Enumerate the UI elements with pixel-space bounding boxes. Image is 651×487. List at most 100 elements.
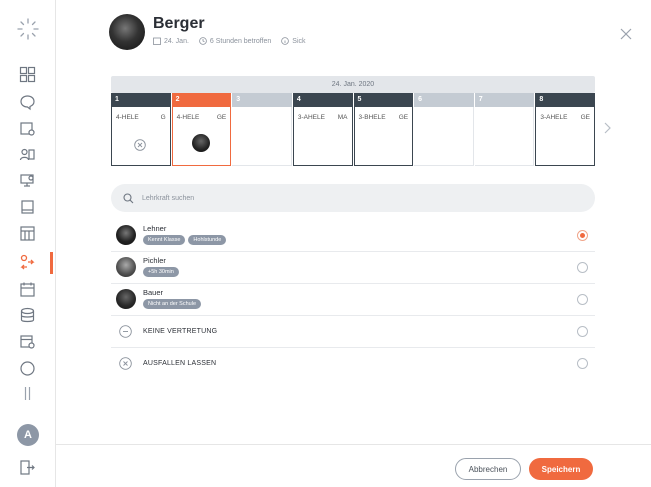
active-indicator	[50, 252, 53, 274]
teacher-name: Lehner	[143, 224, 167, 233]
option-cancel-lesson[interactable]: AUSFALLEN LASSEN	[111, 348, 595, 380]
class-name: 3-AHELE	[297, 114, 325, 121]
tag-badge: +5h 30min	[143, 267, 179, 277]
monitor-settings-icon[interactable]	[19, 172, 36, 189]
period-number: 2	[171, 93, 232, 107]
period-2[interactable]: 2 4-HELE GE	[170, 93, 232, 166]
period-4[interactable]: 4 3-AHELE MA	[291, 93, 353, 166]
hours-meta: 6 Stunden betroffen	[199, 37, 271, 45]
period-cell	[414, 107, 474, 166]
period-5[interactable]: 5 3-BHELE GE	[352, 93, 414, 166]
period-cell: 4-HELE GE	[171, 107, 232, 166]
period-cell	[232, 107, 292, 166]
subject-code: GE	[580, 114, 590, 121]
substitution-icon[interactable]	[19, 253, 36, 270]
teacher-avatar	[109, 14, 145, 50]
minus-circle-icon	[119, 325, 132, 338]
info-icon	[281, 37, 290, 45]
select-radio[interactable]	[577, 294, 588, 305]
logout-icon[interactable]	[19, 459, 36, 476]
x-circle-icon[interactable]	[134, 139, 146, 151]
option-label: KEINE VERTRETUNG	[143, 328, 218, 335]
period-6: 6	[413, 93, 474, 166]
tag-badge: Kennt Klasse	[143, 235, 186, 245]
subject-code: G	[160, 114, 166, 121]
chat-icon[interactable]	[19, 94, 36, 111]
period-cell: 3-AHELE GE	[535, 107, 595, 166]
period-label: 3-BHELE GE	[359, 114, 409, 121]
period-8[interactable]: 8 3-AHELE GE	[534, 93, 595, 166]
period-cell: 4-HELE G	[111, 107, 171, 166]
users-icon[interactable]	[19, 146, 36, 163]
timetable-date: 24. Jan. 2020	[111, 76, 595, 93]
calendar-gear-icon[interactable]	[19, 333, 36, 350]
search-icon	[123, 192, 134, 203]
footer-divider	[56, 444, 651, 445]
period-number: 8	[535, 93, 595, 107]
search-input[interactable]: Lehrkraft suchen	[142, 195, 194, 202]
save-button[interactable]: Speichern	[529, 458, 593, 480]
select-radio[interactable]	[577, 262, 588, 273]
teacher-row[interactable]: Bauer Nicht an der Schule	[111, 284, 595, 316]
period-number: 1	[111, 93, 171, 107]
period-7: 7	[473, 93, 535, 166]
teacher-avatar	[116, 289, 136, 309]
clock-icon	[199, 37, 207, 45]
period-label: 3-AHELE GE	[540, 114, 590, 121]
user-avatar[interactable]: A	[17, 424, 39, 446]
teacher-search[interactable]: Lehrkraft suchen	[111, 184, 595, 212]
class-name: 3-AHELE	[540, 114, 568, 121]
calendar-settings-icon[interactable]	[19, 120, 36, 137]
teacher-row[interactable]: Pichler +5h 30min	[111, 252, 595, 284]
teacher-avatar	[116, 225, 136, 245]
absence-reason: Sick	[292, 37, 306, 45]
absence-date: 24. Jan.	[164, 37, 189, 45]
pause-icon[interactable]	[19, 385, 36, 402]
teacher-name: Pichler	[143, 256, 166, 265]
period-cell: 3-AHELE MA	[292, 107, 353, 166]
period-number: 4	[292, 93, 353, 107]
teacher-name: Bauer	[143, 288, 164, 297]
period-3: 3	[231, 93, 292, 166]
select-radio[interactable]	[577, 326, 588, 337]
select-radio[interactable]	[577, 358, 588, 369]
calendar-icon[interactable]	[19, 281, 36, 298]
subject-code: MA	[337, 114, 348, 121]
calendar-icon	[153, 37, 161, 45]
subject-code: GE	[216, 114, 227, 121]
period-cell: 3-BHELE GE	[353, 107, 414, 166]
absence-meta: 24. Jan. 6 Stunden betroffen Sick	[153, 37, 306, 45]
calendar-grid-icon[interactable]	[19, 225, 36, 242]
cancel-button[interactable]: Abbrechen	[455, 458, 521, 480]
tablet-icon[interactable]	[19, 199, 36, 216]
period-label: 4-HELE GE	[177, 114, 227, 121]
database-icon[interactable]	[19, 307, 36, 324]
tag-badge: Hohlstunde	[188, 235, 227, 245]
timetable-periods: 1 4-HELE G 2 4-HELE GE 3 4 3-AHELE MA 5 3-B…	[111, 93, 595, 166]
substitute-avatar	[191, 134, 210, 152]
option-no-substitution[interactable]: KEINE VERTRETUNG	[111, 316, 595, 348]
sidebar: A	[0, 0, 56, 487]
period-cell	[474, 107, 535, 166]
tag-badge: Nicht an der Schule	[143, 299, 201, 309]
affected-hours: 6 Stunden betroffen	[209, 37, 272, 45]
period-number: 3	[232, 93, 292, 107]
class-name: 4-HELE	[176, 114, 200, 121]
select-radio[interactable]	[577, 230, 588, 241]
chevron-right-icon[interactable]	[602, 122, 612, 134]
period-number: 7	[474, 93, 535, 107]
teacher-row[interactable]: Lehner Kennt Klasse Hohlstunde	[111, 220, 595, 252]
teacher-avatar	[116, 257, 136, 277]
period-label: 3-AHELE MA	[298, 114, 348, 121]
teacher-name: Berger	[153, 15, 205, 32]
close-icon[interactable]	[619, 27, 633, 41]
circle-icon[interactable]	[19, 360, 36, 377]
date-meta: 24. Jan.	[153, 37, 189, 45]
period-1[interactable]: 1 4-HELE G	[111, 93, 171, 166]
status-meta: Sick	[281, 37, 306, 45]
dashboard-icon[interactable]	[19, 66, 36, 83]
x-circle-icon	[119, 357, 132, 370]
subject-code: GE	[398, 114, 409, 121]
option-label: AUSFALLEN LASSEN	[143, 360, 217, 367]
teacher-tags: Nicht an der Schule	[143, 299, 201, 309]
